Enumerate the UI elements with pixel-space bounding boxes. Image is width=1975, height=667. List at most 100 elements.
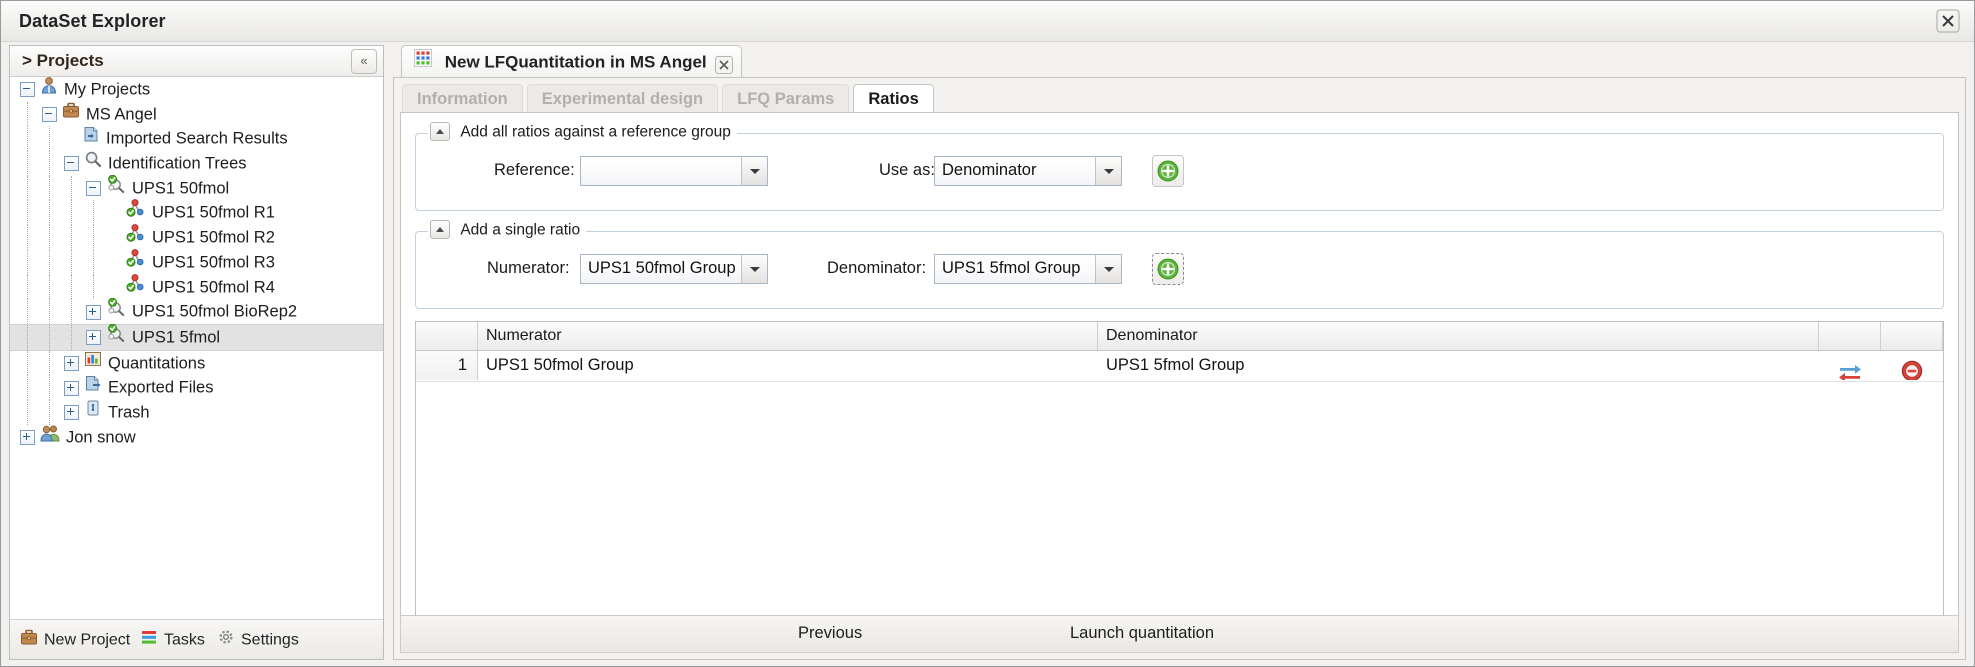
chevron-down-icon [1095,157,1121,185]
validated-search-icon [108,297,125,317]
tree-item-my-projects[interactable]: My Projects [10,77,383,102]
tree-expand-icon[interactable] [20,429,35,445]
tree-item-ups1-50fmol-biorep2[interactable]: UPS1 50fmol BioRep2 [10,297,383,324]
collapse-sidebar-button[interactable]: « [351,49,377,74]
document-tab-new-lfquantitation[interactable]: New LFQuantitation in MS Angel [401,45,742,78]
tree-guide-line [49,324,51,350]
tree-item-quantitations[interactable]: Quantitations [10,350,383,376]
validated-search-icon [106,297,126,324]
table-row[interactable]: 1 UPS1 50fmol Group UPS1 5fmol Group [416,351,1943,382]
tree-item-label: Identification Trees [108,154,247,173]
tree-item-label: UPS1 5fmol [132,328,221,347]
reference-select[interactable] [580,156,768,186]
tab-ratios[interactable]: Ratios [853,84,934,113]
column-header-blank[interactable] [1881,322,1943,350]
subtab-bar: Information Experimental design LFQ Params… [402,84,938,113]
previous-button[interactable]: Previous [798,624,862,643]
add-all-ratios-button[interactable] [1152,155,1184,187]
tab-experimental-design[interactable]: Experimental design [526,84,719,113]
validated-sample-icon [126,224,146,250]
tree-item-label: UPS1 50fmol BioRep2 [132,302,298,321]
cell-numerator: UPS1 50fmol Group [486,356,634,374]
tree-item-trash[interactable]: Trash [10,399,383,425]
swap-ratio-button[interactable] [1819,351,1881,380]
tree-item-label: UPS1 50fmol R1 [152,203,275,222]
use-as-select[interactable]: Denominator [934,156,1122,186]
footer-tasks-button[interactable]: Tasks [140,629,205,652]
tree-guide-line [49,399,51,425]
collapse-group-icon[interactable] [430,220,450,239]
tree-collapse-icon[interactable] [64,156,79,172]
tree-item-label: Jon snow [66,428,136,447]
explorer-footer-toolbar: New Project Tasks Settings [10,619,383,659]
projects-tree[interactable]: My Projects MS Angel Imported Search Resul… [10,77,383,619]
validated-sample-icon [126,248,146,275]
column-header-blank[interactable] [1819,322,1881,350]
tree-item-ms-angel[interactable]: MS Angel [10,101,383,127]
tree-guide-line [49,126,51,152]
users-icon [40,425,60,442]
tree-item-ups1-50fmol[interactable]: UPS1 50fmol [10,174,383,201]
launch-quantitation-button[interactable]: Launch quantitation [1070,624,1214,643]
tree-item-imported-search-results[interactable]: Imported Search Results [10,126,383,152]
tree-item-exported-files[interactable]: Exported Files [10,375,383,400]
footer-new-project-button[interactable]: New Project [20,629,130,652]
tree-guide-line [49,151,51,176]
briefcase-icon [21,629,37,645]
footer-settings-button[interactable]: Settings [217,629,299,652]
tree-expand-icon[interactable] [64,405,79,421]
tree-collapse-icon[interactable] [42,107,57,123]
tree-guide-line [93,274,95,300]
window-close-button[interactable] [1936,9,1960,33]
tree-item-ups1-50fmol-r3[interactable]: UPS1 50fmol R3 [10,248,383,275]
tree-expand-icon[interactable] [64,355,79,371]
tree-collapse-icon[interactable] [20,82,35,98]
tree-guide-line [27,151,29,176]
column-header-numerator[interactable]: Numerator [478,322,1098,350]
tree-item-ups1-50fmol-r2[interactable]: UPS1 50fmol R2 [10,224,383,250]
trash-icon [87,400,99,416]
tab-information[interactable]: Information [402,84,523,113]
close-icon [1936,9,1960,33]
cell-denominator: UPS1 5fmol Group [1106,356,1245,374]
denominator-label: Denominator: [827,259,927,277]
collapse-group-icon[interactable] [430,122,450,141]
chevron-down-icon [1095,255,1121,283]
add-all-ratios-legend-text: Add all ratios against a reference group [460,123,731,141]
chevron-down-icon [741,255,767,283]
window-title: DataSet Explorer [19,11,166,31]
tree-guide-line [93,225,95,250]
tree-item-label: UPS1 50fmol R2 [152,228,275,247]
add-single-ratio-legend: Add a single ratio [428,220,587,240]
tree-guide-line [27,375,29,400]
tree-item-ups1-5fmol[interactable]: UPS1 5fmol [10,323,383,351]
add-single-ratio-button[interactable] [1152,253,1184,285]
document-tab-close-button[interactable] [714,53,733,74]
tree-guide-line [27,399,29,425]
tree-item-label: UPS1 50fmol R4 [152,278,275,296]
tree-item-identification-trees[interactable]: Identification Trees [10,151,383,176]
denominator-select[interactable]: UPS1 5fmol Group [934,254,1122,284]
tree-collapse-icon[interactable] [86,181,101,197]
tree-item-label: Exported Files [108,378,214,397]
add-circle-icon [1157,160,1179,182]
tree-expand-icon[interactable] [86,304,101,320]
projects-explorer-panel: > Projects « My Projects MS Angel Imported… [9,45,384,660]
tree-guide-line [49,175,51,201]
trash-icon [84,399,102,425]
tree-expand-icon[interactable] [86,330,101,346]
tasks-icon [140,628,158,651]
column-header-denominator[interactable]: Denominator [1098,322,1819,350]
ratios-table-body: 1 UPS1 50fmol Group UPS1 5fmol Group [416,351,1943,382]
tree-guide-line [27,200,29,226]
tree-item-ups1-50fmol-r1[interactable]: UPS1 50fmol R1 [10,199,383,226]
tree-expand-icon[interactable] [64,380,79,396]
magnifier-icon [84,150,102,176]
tree-item-ups1-50fmol-r4[interactable]: UPS1 50fmol R4 [10,273,383,300]
column-header-blank[interactable] [416,322,478,350]
tree-item-jon-snow[interactable]: Jon snow [10,425,383,450]
numerator-select[interactable]: UPS1 50fmol Group [580,254,768,284]
delete-ratio-button[interactable] [1881,351,1943,380]
wizard-bottom-bar: Previous Launch quantitation [400,615,1959,653]
tab-lfq-params[interactable]: LFQ Params [722,84,850,113]
